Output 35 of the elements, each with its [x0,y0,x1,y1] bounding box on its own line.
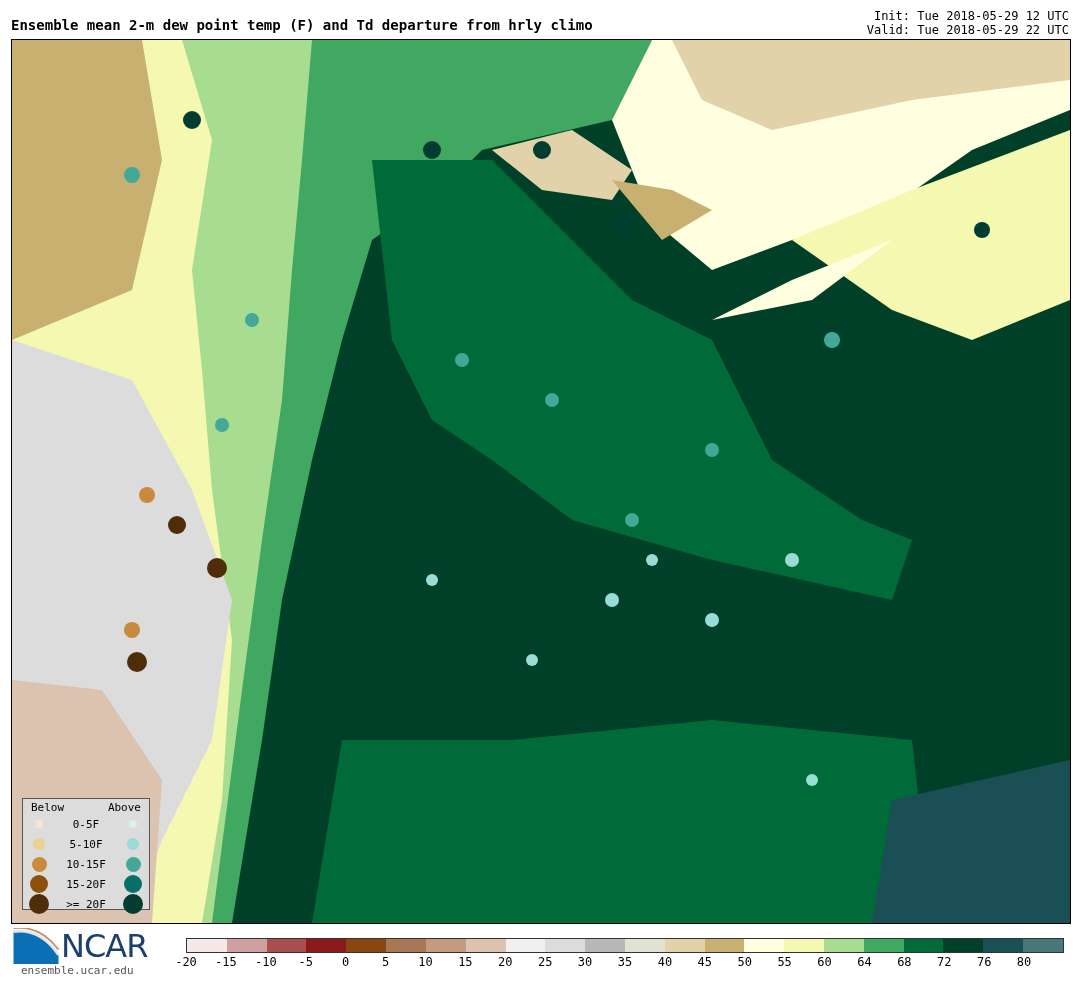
legend-label: 10-15F [65,857,107,871]
tick-label: 15 [458,955,473,969]
tick-label: 60 [817,955,832,969]
logo-icon [11,928,61,964]
tick-label: 35 [617,955,633,969]
tick-label: 72 [937,955,952,969]
tick-label: 10 [418,955,433,969]
tick-label: 40 [657,955,673,969]
legend-heading: Above [107,801,141,814]
chart-title: Ensemble mean 2-m dew point temp (F) and Td departure from hrly climo [11,17,593,35]
tick-label: 20 [498,955,513,969]
tick-label: 25 [537,955,553,969]
tick-label: 76 [976,955,992,969]
legend-label: 0-5F [71,817,101,831]
logo-text: NCAR [61,927,148,965]
tick-label: -15 [215,955,237,969]
tick-label: 30 [577,955,593,969]
tick-label: -20 [175,955,197,969]
tick-label: -5 [298,955,313,969]
legend-heading: Below [31,801,65,814]
tick-label: 5 [381,955,390,969]
valid-time: Valid: Tue 2018-05-29 22 UTC [866,23,1069,37]
legend-label: 15-20F [65,877,107,891]
tick-label: 80 [1016,955,1032,969]
init-time: Init: Tue 2018-05-29 12 UTC [872,9,1069,23]
tick-label: 55 [777,955,792,969]
tick-label: -10 [254,955,277,969]
legend-label: >= 20F [65,897,107,911]
tick-label: 45 [697,955,713,969]
legend-label: 5-10F [68,837,104,851]
tick-label: 64 [857,955,872,969]
tick-label: 0 [342,955,350,969]
tick-label: 50 [737,955,752,969]
tick-label: 68 [897,955,912,969]
site-url: ensemble.ucar.edu [21,964,135,977]
